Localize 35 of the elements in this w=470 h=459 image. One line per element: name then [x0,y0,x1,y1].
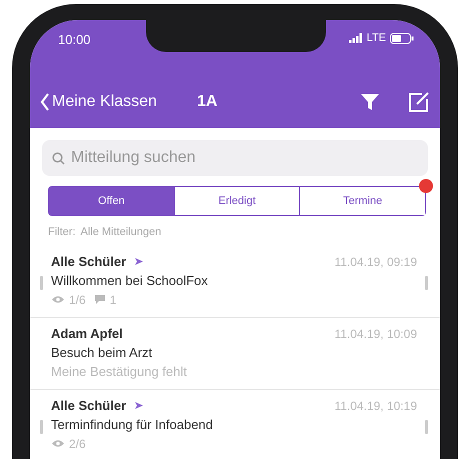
class-title: 1A [196,93,218,111]
view-count: 2/6 [69,436,86,450]
filter-label: Filter: [48,226,76,238]
signal-icon [348,33,363,43]
tab[interactable]: Offen [49,187,174,215]
back-button[interactable]: Meine Klassen [40,93,157,111]
message-subject: Besuch beim Arzt [51,345,152,360]
search-icon [52,152,65,164]
sender-name: Adam Apfel [51,326,123,341]
status-time: 10:00 [58,32,91,47]
message-row[interactable]: Alle Schüler 11.04.19, 09:19 Willkommen bei SchoolFox 1/6 1 [30,246,440,317]
compose-icon[interactable] [408,91,430,113]
filter-value: Alle Mitteilungen [80,226,162,238]
battery-icon [390,32,414,44]
comment-count: 1 [110,292,116,306]
sender-name: Alle Schüler [51,398,126,413]
message-row[interactable]: Alle Schüler 11.04.19, 10:19 Terminfindung für Infoabend 2/6 [30,389,440,459]
network-label: LTE [366,32,386,44]
swipe-handle [425,420,428,434]
comment-icon [94,294,106,305]
swipe-handle [425,276,428,290]
message-row[interactable]: Adam Apfel 11.04.19, 10:09 Besuch beim Arzt Meine Bestätigung fehlt [30,317,440,389]
filter-icon[interactable] [360,92,380,112]
message-time: 11.04.19, 09:19 [334,254,417,268]
status-note: Meine Bestätigung fehlt [51,364,187,379]
chevron-left-icon [40,93,50,111]
sender-name: Alle Schüler [51,254,126,269]
message-time: 11.04.19, 10:09 [334,326,417,340]
message-subject: Terminfindung für Infoabend [51,417,213,432]
message-time: 11.04.19, 10:19 [334,398,417,412]
message-subject: Willkommen bei SchoolFox [51,273,208,288]
eye-icon [51,295,65,304]
eye-icon [51,439,65,448]
tab[interactable]: Termine [299,187,426,215]
view-count: 1/6 [69,292,86,306]
